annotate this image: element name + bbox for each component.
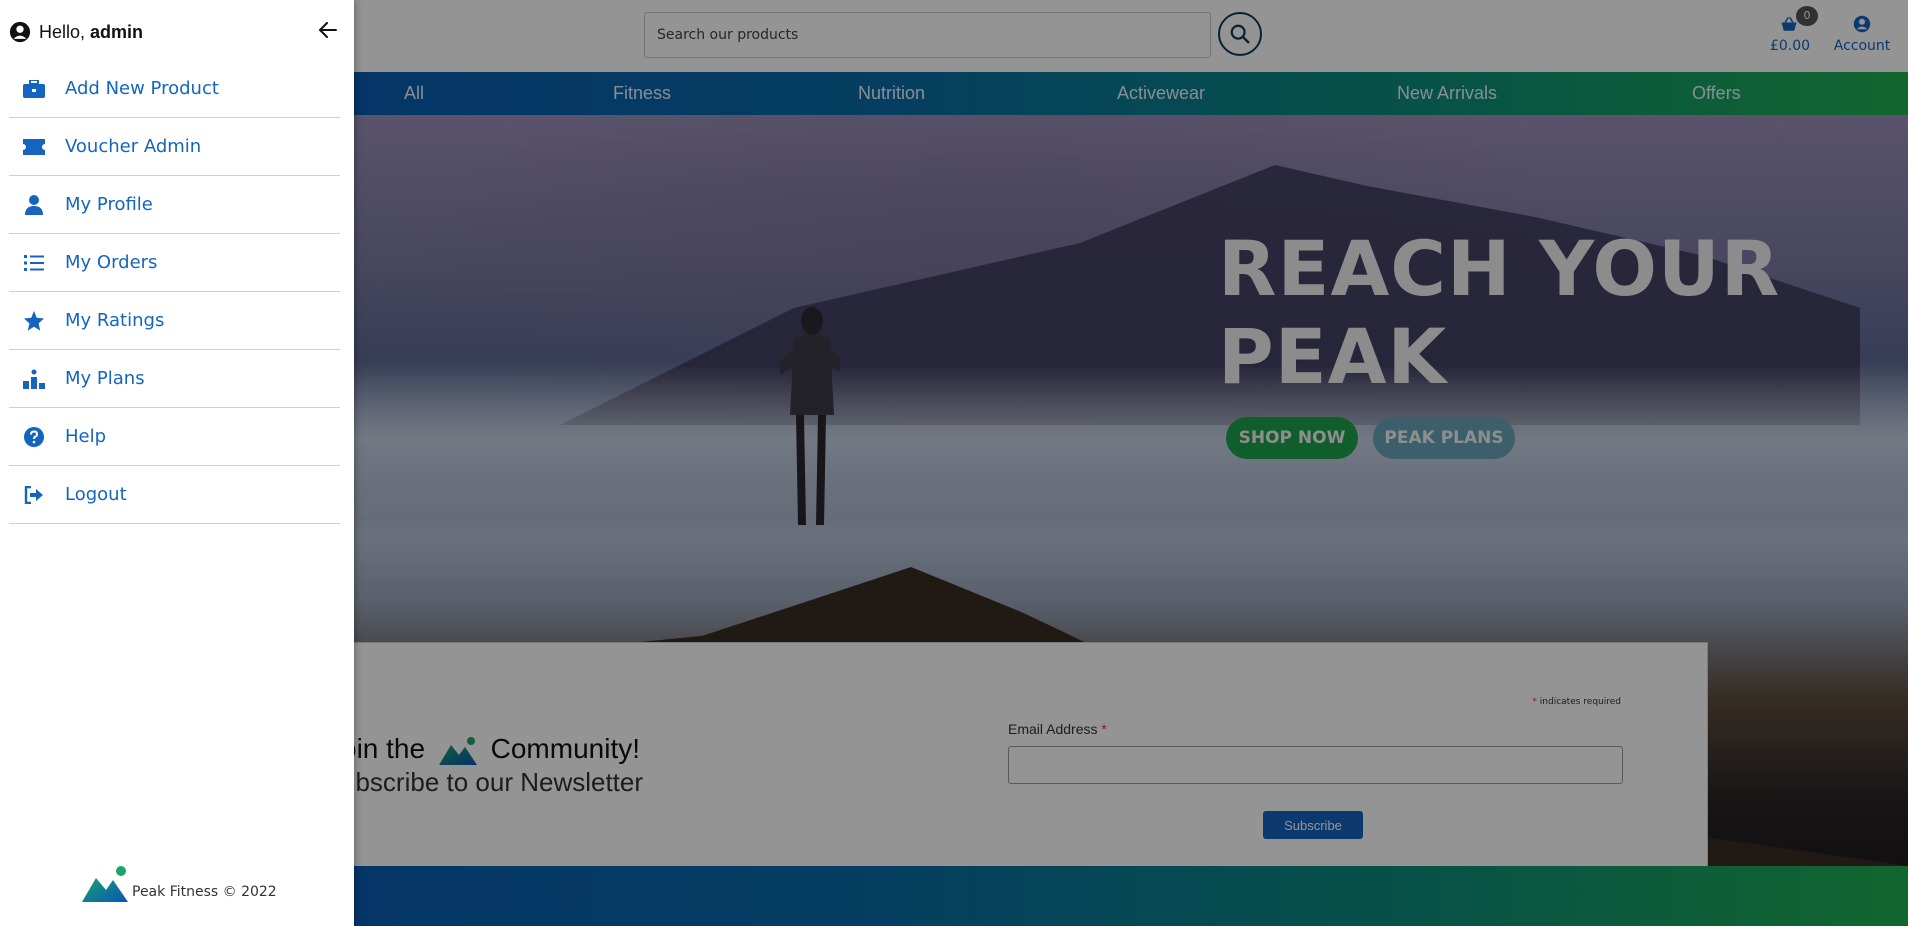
question-circle-icon — [24, 426, 44, 447]
menu-item-label: My Orders — [65, 252, 158, 273]
ticket-icon — [23, 138, 45, 155]
menu-item-my-plans[interactable]: My Plans — [9, 350, 340, 408]
menu-item-help[interactable]: Help — [9, 408, 340, 466]
greeting: Hello, admin — [39, 22, 143, 43]
podium-icon — [23, 369, 45, 389]
user-icon — [25, 194, 43, 215]
arrow-left-icon — [319, 22, 337, 38]
account-drawer: Hello, admin Add New Product Voucher Adm… — [0, 0, 354, 926]
user-circle-icon — [9, 21, 31, 43]
list-icon — [24, 254, 44, 271]
menu-item-add-new-product[interactable]: Add New Product — [9, 60, 340, 118]
toolbox-icon — [23, 79, 45, 98]
close-drawer-button[interactable] — [316, 18, 340, 42]
drawer-footer: Peak Fitness © 2022 — [82, 866, 277, 902]
menu-item-label: Help — [65, 426, 107, 447]
menu-item-label: My Plans — [65, 368, 145, 389]
greeting-text: Hello, — [39, 21, 86, 42]
menu-item-my-ratings[interactable]: My Ratings — [9, 292, 340, 350]
menu-item-label: Voucher Admin — [65, 136, 202, 157]
menu-item-my-profile[interactable]: My Profile — [9, 176, 340, 234]
menu-item-label: My Profile — [65, 194, 153, 215]
drawer-menu: Add New Product Voucher Admin My Profile… — [9, 60, 340, 524]
peak-logo-icon — [82, 866, 128, 902]
menu-item-my-orders[interactable]: My Orders — [9, 234, 340, 292]
star-icon — [23, 310, 45, 331]
username: admin — [90, 21, 144, 42]
menu-item-label: Add New Product — [65, 78, 219, 99]
footer-copyright: Peak Fitness © 2022 — [132, 884, 277, 900]
menu-item-label: Logout — [65, 484, 127, 505]
menu-item-voucher-admin[interactable]: Voucher Admin — [9, 118, 340, 176]
menu-item-logout[interactable]: Logout — [9, 466, 340, 524]
sign-out-icon — [24, 485, 43, 504]
drawer-header: Hello, admin — [9, 18, 143, 46]
menu-item-label: My Ratings — [65, 310, 165, 331]
